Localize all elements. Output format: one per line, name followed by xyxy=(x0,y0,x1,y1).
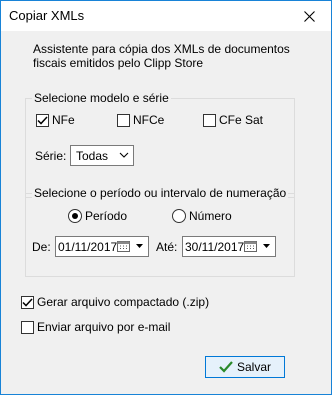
description-line-2: fiscais emitidos pelo Clipp Store xyxy=(33,56,204,70)
from-label: De: xyxy=(32,240,51,254)
radio-periodo[interactable]: Período xyxy=(68,209,127,223)
from-date-value: 01/11/2017 xyxy=(58,240,118,254)
checkbox-nfe[interactable]: NFe xyxy=(36,113,75,127)
from-date-picker[interactable]: 01/11/2017 xyxy=(55,236,149,257)
email-checkbox-box[interactable] xyxy=(21,320,34,334)
checkbox-nfce[interactable]: NFCe xyxy=(117,113,164,127)
checkbox-send-email[interactable]: Enviar arquivo por e-mail xyxy=(21,320,170,334)
generate-zip-label: Gerar arquivo compactado (.zip) xyxy=(37,295,210,309)
numero-radio-circle[interactable] xyxy=(172,209,186,223)
nfce-checkbox-box[interactable] xyxy=(117,113,130,127)
periodo-radio-circle[interactable] xyxy=(68,209,82,223)
send-email-label: Enviar arquivo por e-mail xyxy=(37,320,171,334)
checkmark-icon xyxy=(37,115,48,125)
radio-selected-dot xyxy=(72,213,78,219)
dialog-window: Copiar XMLs Assistente para cópia dos XM… xyxy=(0,0,332,395)
calendar-icon xyxy=(244,241,257,252)
save-button[interactable]: Salvar xyxy=(205,356,285,378)
to-date-picker[interactable]: 30/11/2017 xyxy=(182,236,276,257)
to-date-value: 30/11/2017 xyxy=(185,240,245,254)
period-legend: Selecione o período ou intervalo de nume… xyxy=(32,186,289,200)
title-bar: Copiar XMLs xyxy=(1,1,331,31)
checkbox-generate-zip[interactable]: Gerar arquivo compactado (.zip) xyxy=(21,295,209,309)
serie-label: Série: xyxy=(35,149,67,163)
periodo-label: Período xyxy=(85,209,128,223)
numero-label: Número xyxy=(189,209,232,223)
description-line-1: Assistente para cópia dos XMLs de docume… xyxy=(33,42,290,56)
calendar-icon xyxy=(117,241,130,252)
chevron-down-icon xyxy=(263,244,270,248)
period-group: Selecione o período ou intervalo de nume… xyxy=(25,186,295,277)
nfe-checkbox-box[interactable] xyxy=(36,113,49,127)
nfce-label: NFCe xyxy=(133,113,165,127)
serie-dropdown[interactable]: Todas xyxy=(70,145,134,166)
save-button-label: Salvar xyxy=(236,360,271,374)
model-series-legend: Selecione modelo e série xyxy=(32,91,171,105)
chevron-down-icon xyxy=(136,244,143,248)
window-title: Copiar XMLs xyxy=(9,8,85,23)
to-label: Até: xyxy=(156,240,178,254)
radio-numero[interactable]: Número xyxy=(172,209,232,223)
close-icon xyxy=(303,10,315,22)
chevron-down-icon xyxy=(119,152,129,158)
check-icon xyxy=(219,361,233,373)
cfe-sat-label: CFe Sat xyxy=(219,113,264,127)
serie-value: Todas xyxy=(76,149,109,163)
nfe-label: NFe xyxy=(52,113,75,127)
model-series-group: Selecione modelo e série NFe NFCe CFe Sa… xyxy=(25,91,295,198)
cfe-sat-checkbox-box[interactable] xyxy=(203,113,216,127)
checkmark-icon xyxy=(22,297,33,307)
zip-checkbox-box[interactable] xyxy=(21,295,34,309)
close-button[interactable] xyxy=(287,1,331,31)
dialog-body: Assistente para cópia dos XMLs de docume… xyxy=(1,31,331,394)
description: Assistente para cópia dos XMLs de docume… xyxy=(33,42,293,70)
checkbox-cfe-sat[interactable]: CFe Sat xyxy=(203,113,263,127)
